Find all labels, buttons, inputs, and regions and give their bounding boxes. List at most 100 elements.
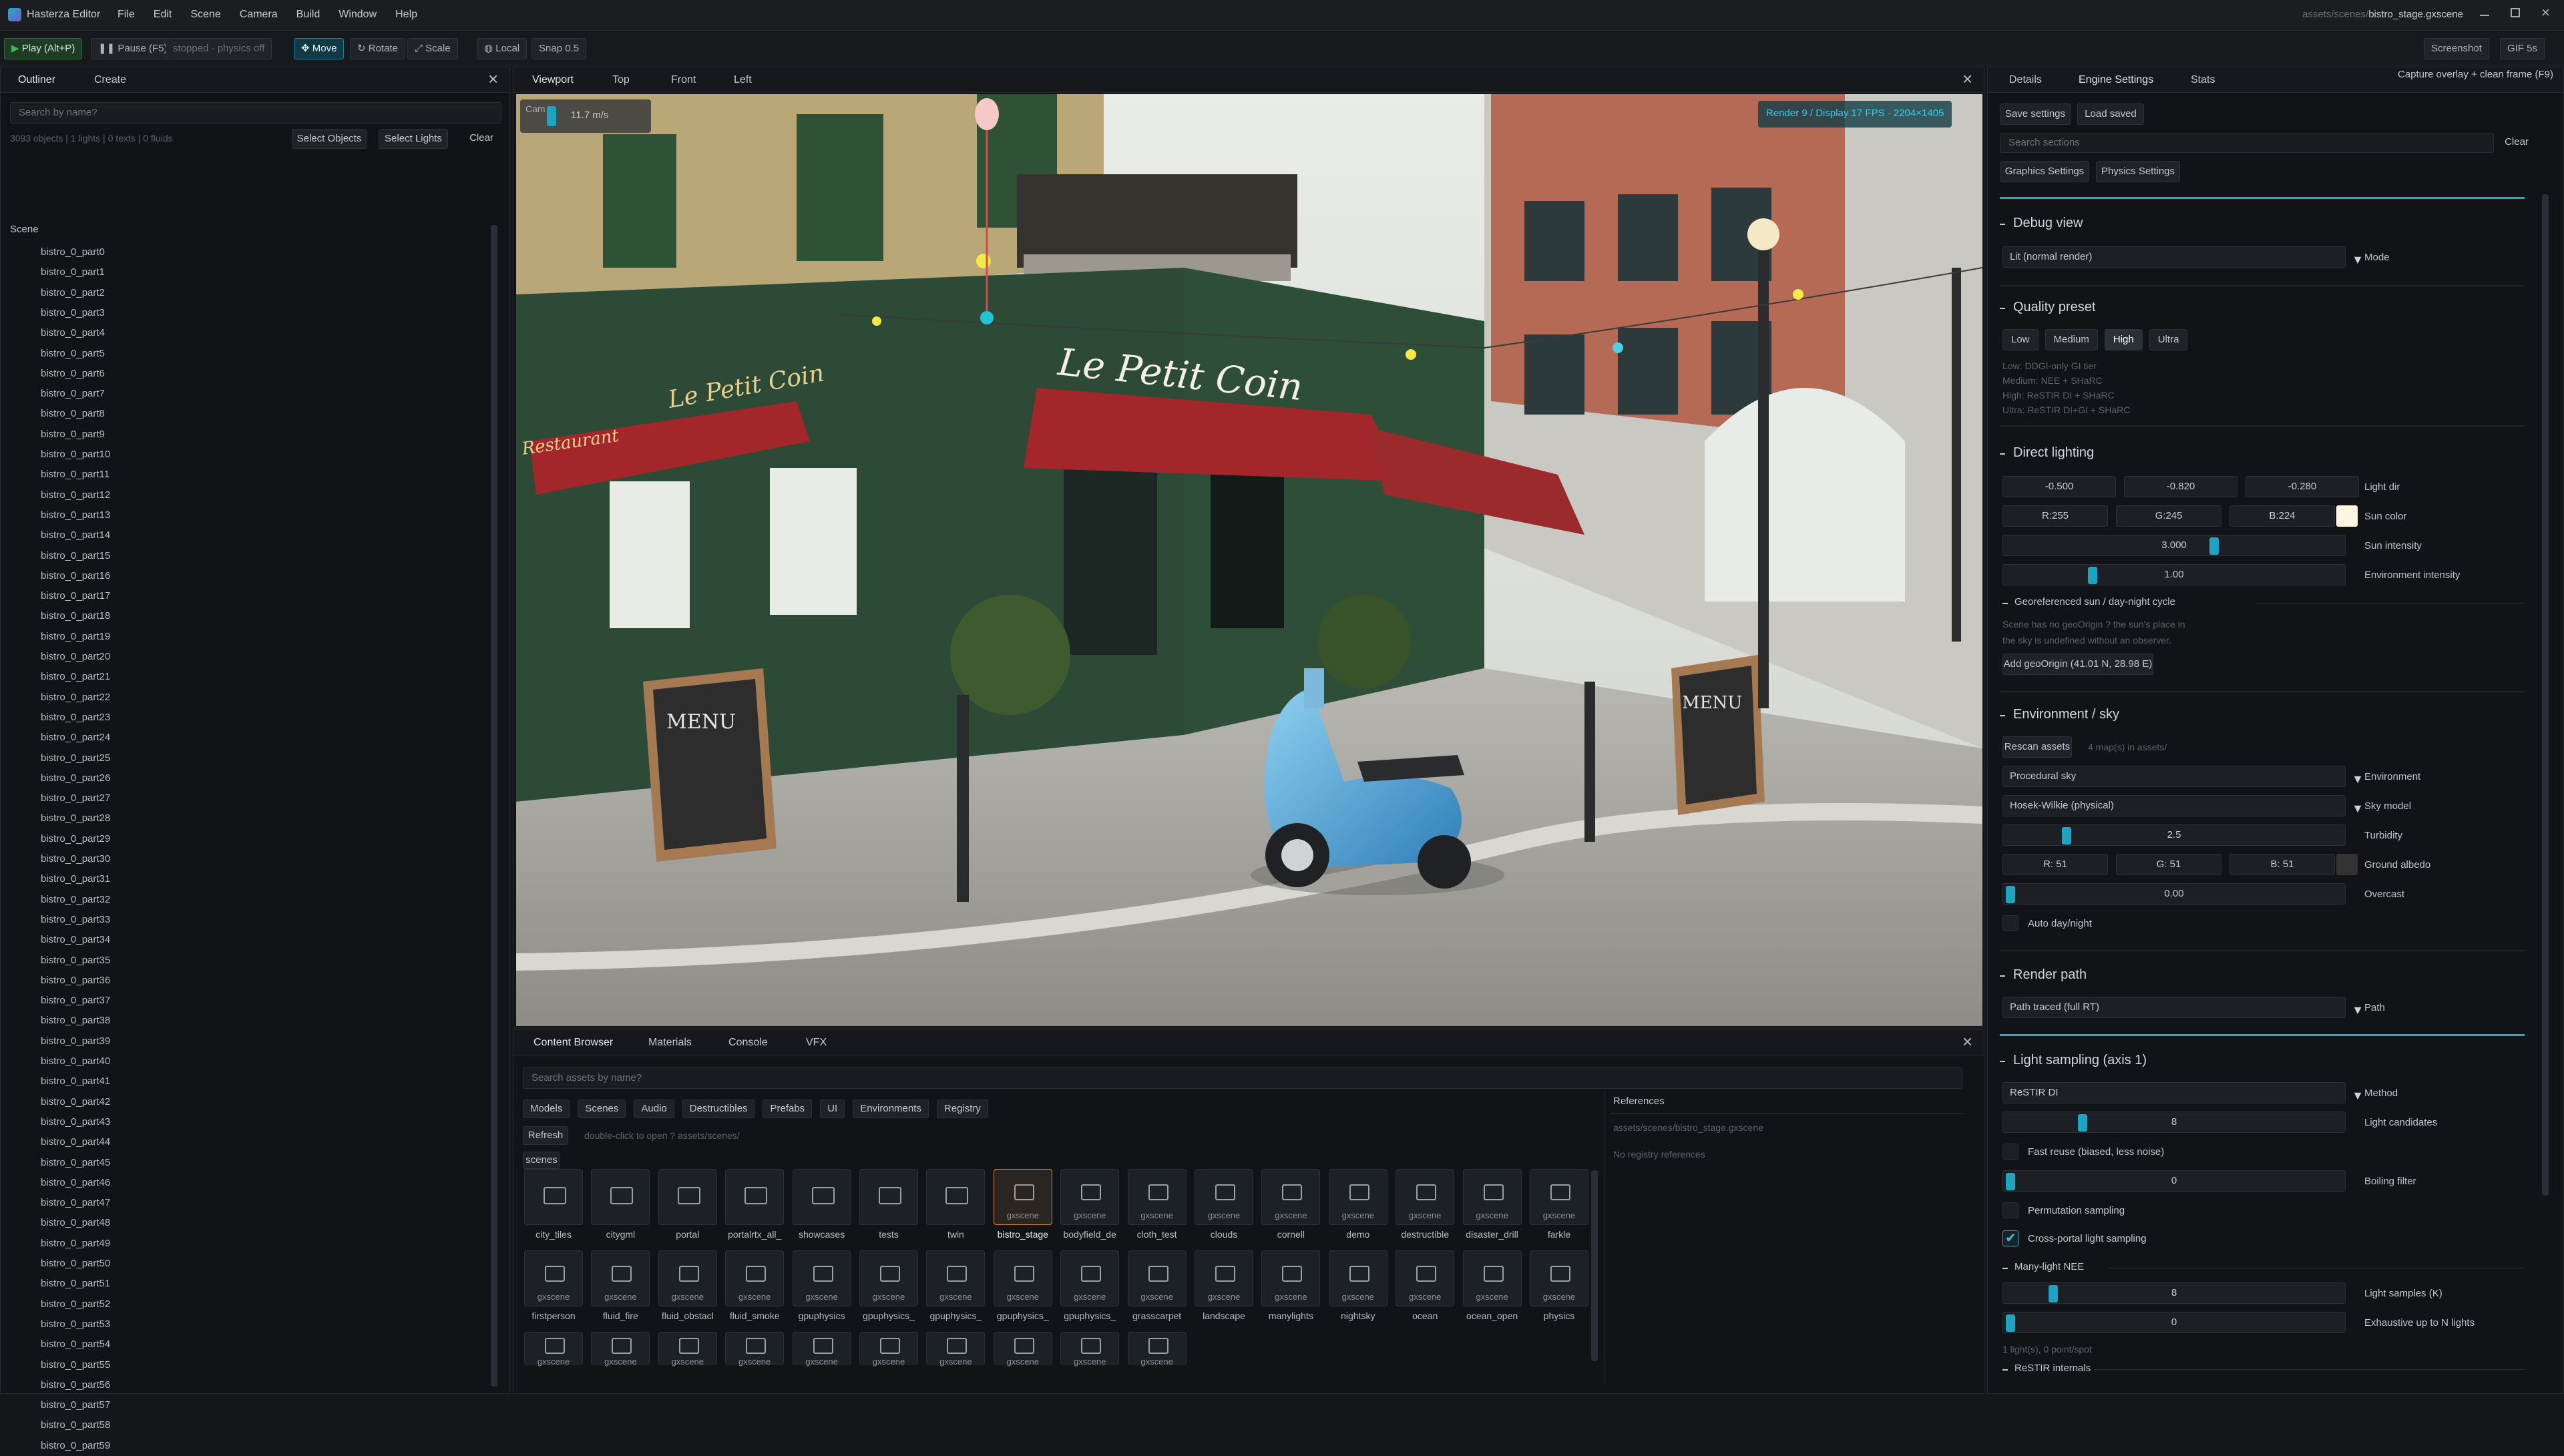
play-button[interactable]: ▶ Play (Alt+P) [4,38,83,59]
tree-item[interactable]: bistro_0_part42 [41,1092,110,1112]
quality-low[interactable]: Low [2002,329,2039,350]
tree-item[interactable]: bistro_0_part25 [41,748,110,768]
category-prefabs[interactable]: Prefabs [763,1100,813,1118]
rescan-assets-button[interactable]: Rescan assets [2002,736,2072,758]
slider-knob[interactable] [2209,537,2219,555]
asset-tile[interactable]: gxscene [926,1250,986,1306]
asset-tile[interactable]: gxscene [1462,1169,1522,1225]
tree-item[interactable]: bistro_0_part0 [41,242,105,262]
asset-tile[interactable]: gxscene [926,1332,986,1367]
asset-tile[interactable]: gxscene [1127,1169,1187,1225]
slider-knob[interactable] [2006,1314,2015,1332]
asset-tile[interactable]: gxscene [591,1332,650,1367]
quality-ultra[interactable]: Ultra [2149,329,2188,350]
tree-item[interactable]: bistro_0_part59 [41,1436,110,1456]
tab-viewport[interactable]: Viewport [532,67,574,93]
albedo-g[interactable]: G: 51 [2116,854,2221,875]
tree-item[interactable]: bistro_0_part32 [41,890,110,910]
gif-button[interactable]: GIF 5s [2500,38,2545,59]
menu-item-scene[interactable]: Scene [190,9,220,21]
tree-item[interactable]: bistro_0_part4 [41,323,105,343]
menu-item-file[interactable]: File [118,9,135,21]
tree-item[interactable]: bistro_0_part45 [41,1153,110,1173]
tree-item[interactable]: bistro_0_part24 [41,728,110,748]
tree-item[interactable]: bistro_0_part12 [41,485,110,505]
asset-tile[interactable] [725,1169,785,1225]
env-intensity-slider[interactable]: 1.00 [2002,564,2346,585]
asset-scrollbar[interactable] [1591,1170,1598,1361]
tree-item[interactable]: bistro_0_part56 [41,1375,110,1395]
sections-clear-button[interactable]: Clear [2502,133,2531,153]
albedo-b[interactable]: B: 51 [2229,854,2335,875]
tree-item[interactable]: bistro_0_part50 [41,1254,110,1274]
tab-front[interactable]: Front [671,67,696,93]
albedo-swatch[interactable] [2336,854,2358,875]
cross-portal-checkbox[interactable]: ✔ [2002,1230,2018,1246]
asset-tile[interactable]: gxscene [658,1250,717,1306]
tab-content-browser[interactable]: Content Browser [533,1030,613,1055]
tree-item[interactable]: bistro_0_part6 [41,364,105,384]
menu-item-camera[interactable]: Camera [240,9,278,21]
asset-tile[interactable] [792,1169,851,1225]
tree-item[interactable]: bistro_0_part35 [41,951,110,971]
tree-item[interactable]: bistro_0_part14 [41,525,110,545]
asset-tile[interactable]: gxscene [524,1332,583,1367]
close-viewport-icon[interactable]: × [1962,69,1972,89]
asset-tile[interactable] [926,1169,986,1225]
local-button[interactable]: ◍ Local [477,38,527,59]
folder-scenes[interactable]: scenes [523,1152,560,1169]
tree-item[interactable]: bistro_0_part15 [41,546,110,566]
tree-item[interactable]: bistro_0_part11 [41,465,110,485]
tree-item[interactable]: bistro_0_part20 [41,647,110,667]
tree-item[interactable]: bistro_0_part9 [41,425,105,445]
add-geo-origin-button[interactable]: Add geoOrigin (41.01 N, 28.98 E) [2002,654,2153,675]
tree-item[interactable]: bistro_0_part22 [41,688,110,708]
tree-item[interactable]: bistro_0_part53 [41,1314,110,1334]
rotate-button[interactable]: ↻ Rotate [350,38,405,59]
load-saved-button[interactable]: Load saved [2077,103,2144,125]
render-path-select[interactable]: Path traced (full RT) ▼ [2002,997,2364,1018]
select-lights-button[interactable]: Select Lights [379,129,448,149]
asset-tile[interactable]: gxscene [1127,1332,1187,1367]
light-samples-slider[interactable]: 8 [2002,1282,2346,1304]
asset-tile[interactable]: gxscene [1127,1250,1187,1306]
tree-item[interactable]: bistro_0_part23 [41,708,110,728]
category-models[interactable]: Models [523,1100,570,1118]
debug-mode-select[interactable]: Lit (normal render) ▼ [2002,246,2364,268]
category-audio[interactable]: Audio [634,1100,674,1118]
asset-tile[interactable]: gxscene [1462,1250,1522,1306]
category-registry[interactable]: Registry [936,1100,988,1118]
save-settings-button[interactable]: Save settings [2000,103,2071,125]
light-candidates-slider[interactable]: 8 [2002,1112,2346,1133]
tree-item[interactable]: bistro_0_part36 [41,971,110,991]
auto-day-checkbox[interactable] [2002,915,2018,931]
asset-tile[interactable]: gxscene [1060,1250,1120,1306]
tree-item[interactable]: bistro_0_part18 [41,606,110,626]
tab-materials[interactable]: Materials [648,1030,692,1055]
asset-tile[interactable]: gxscene [1328,1169,1387,1225]
tree-item[interactable]: bistro_0_part1 [41,262,105,282]
move-button[interactable]: ✥ Move [294,38,345,59]
tab-create[interactable]: Create [94,67,126,93]
minimize-icon[interactable] [2480,15,2489,16]
slider-knob[interactable] [2078,1114,2088,1132]
tree-item[interactable]: bistro_0_part31 [41,869,110,889]
tree-item[interactable]: bistro_0_part39 [41,1031,110,1051]
tab-engine-settings[interactable]: Engine Settings [2079,67,2153,93]
asset-tile[interactable]: gxscene [1261,1250,1321,1306]
screenshot-button[interactable]: Screenshot [2424,38,2489,59]
asset-tile[interactable]: gxscene [1195,1169,1253,1225]
tab-details[interactable]: Details [2009,67,2042,93]
tab-physics-settings[interactable]: Physics Settings [2096,161,2180,182]
asset-search-input[interactable]: Search assets by name? [523,1067,1962,1089]
tree-item[interactable]: bistro_0_part49 [41,1234,110,1254]
tree-item[interactable]: bistro_0_part3 [41,303,105,323]
tree-item[interactable]: bistro_0_part43 [41,1112,110,1132]
turbidity-slider[interactable]: 2.5 [2002,824,2346,846]
menu-item-help[interactable]: Help [395,9,417,21]
close-panel-icon[interactable]: × [488,69,498,89]
tree-item[interactable]: bistro_0_part44 [41,1132,110,1152]
permutation-checkbox[interactable] [2002,1202,2018,1218]
slider-knob[interactable] [2088,567,2097,584]
asset-tile[interactable]: gxscene [1396,1250,1455,1306]
